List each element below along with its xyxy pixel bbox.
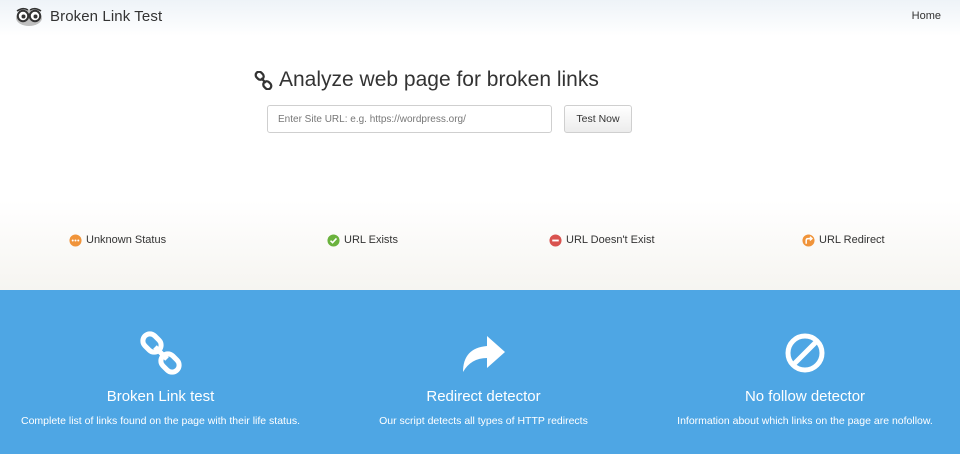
legend-label: URL Exists — [344, 234, 398, 246]
brand[interactable]: Broken Link Test — [14, 5, 162, 27]
feature-no-follow-detector: No follow detector Information about whi… — [650, 290, 960, 429]
ellipsis-circle-icon — [69, 233, 82, 247]
feature-title: Redirect detector — [426, 388, 541, 405]
feature-description: Complete list of links found on the page… — [21, 415, 300, 427]
feature-broken-link-test: Broken Link test Complete list of links … — [5, 290, 316, 429]
page-title-text: Analyze web page for broken links — [279, 68, 599, 91]
feature-redirect-detector: Redirect detector Our script detects all… — [345, 290, 622, 429]
feature-title: Broken Link test — [106, 388, 215, 405]
legend-url-redirect: URL Redirect — [802, 233, 885, 247]
legend-url-doesnt-exist: URL Doesn't Exist — [549, 233, 655, 247]
link-icon — [254, 70, 273, 90]
minus-circle-icon — [549, 233, 562, 247]
legend-label: URL Doesn't Exist — [566, 234, 655, 246]
page-title: Analyze web page for broken links — [254, 68, 599, 92]
feature-description: Information about which links on the pag… — [677, 415, 933, 427]
legend-label: URL Redirect — [819, 234, 885, 246]
feature-description: Our script detects all types of HTTP red… — [379, 415, 588, 427]
redirect-circle-icon — [802, 233, 815, 247]
test-now-button[interactable]: Test Now — [564, 105, 632, 133]
site-url-input[interactable] — [267, 105, 552, 133]
feature-title: No follow detector — [744, 388, 866, 405]
brand-name: Broken Link Test — [50, 7, 163, 25]
legend-unknown-status: Unknown Status — [69, 233, 166, 247]
top-navbar: Broken Link Test Home — [0, 0, 960, 34]
link-icon — [139, 331, 182, 375]
ban-icon — [785, 333, 825, 373]
glasses-logo-icon — [16, 7, 42, 26]
check-circle-icon — [327, 233, 340, 247]
nav-home-link[interactable]: Home — [912, 10, 941, 22]
legend-url-exists: URL Exists — [327, 233, 398, 247]
legend-label: Unknown Status — [86, 234, 167, 246]
share-arrow-icon — [462, 336, 505, 372]
features-band: Broken Link test Complete list of links … — [0, 290, 960, 454]
